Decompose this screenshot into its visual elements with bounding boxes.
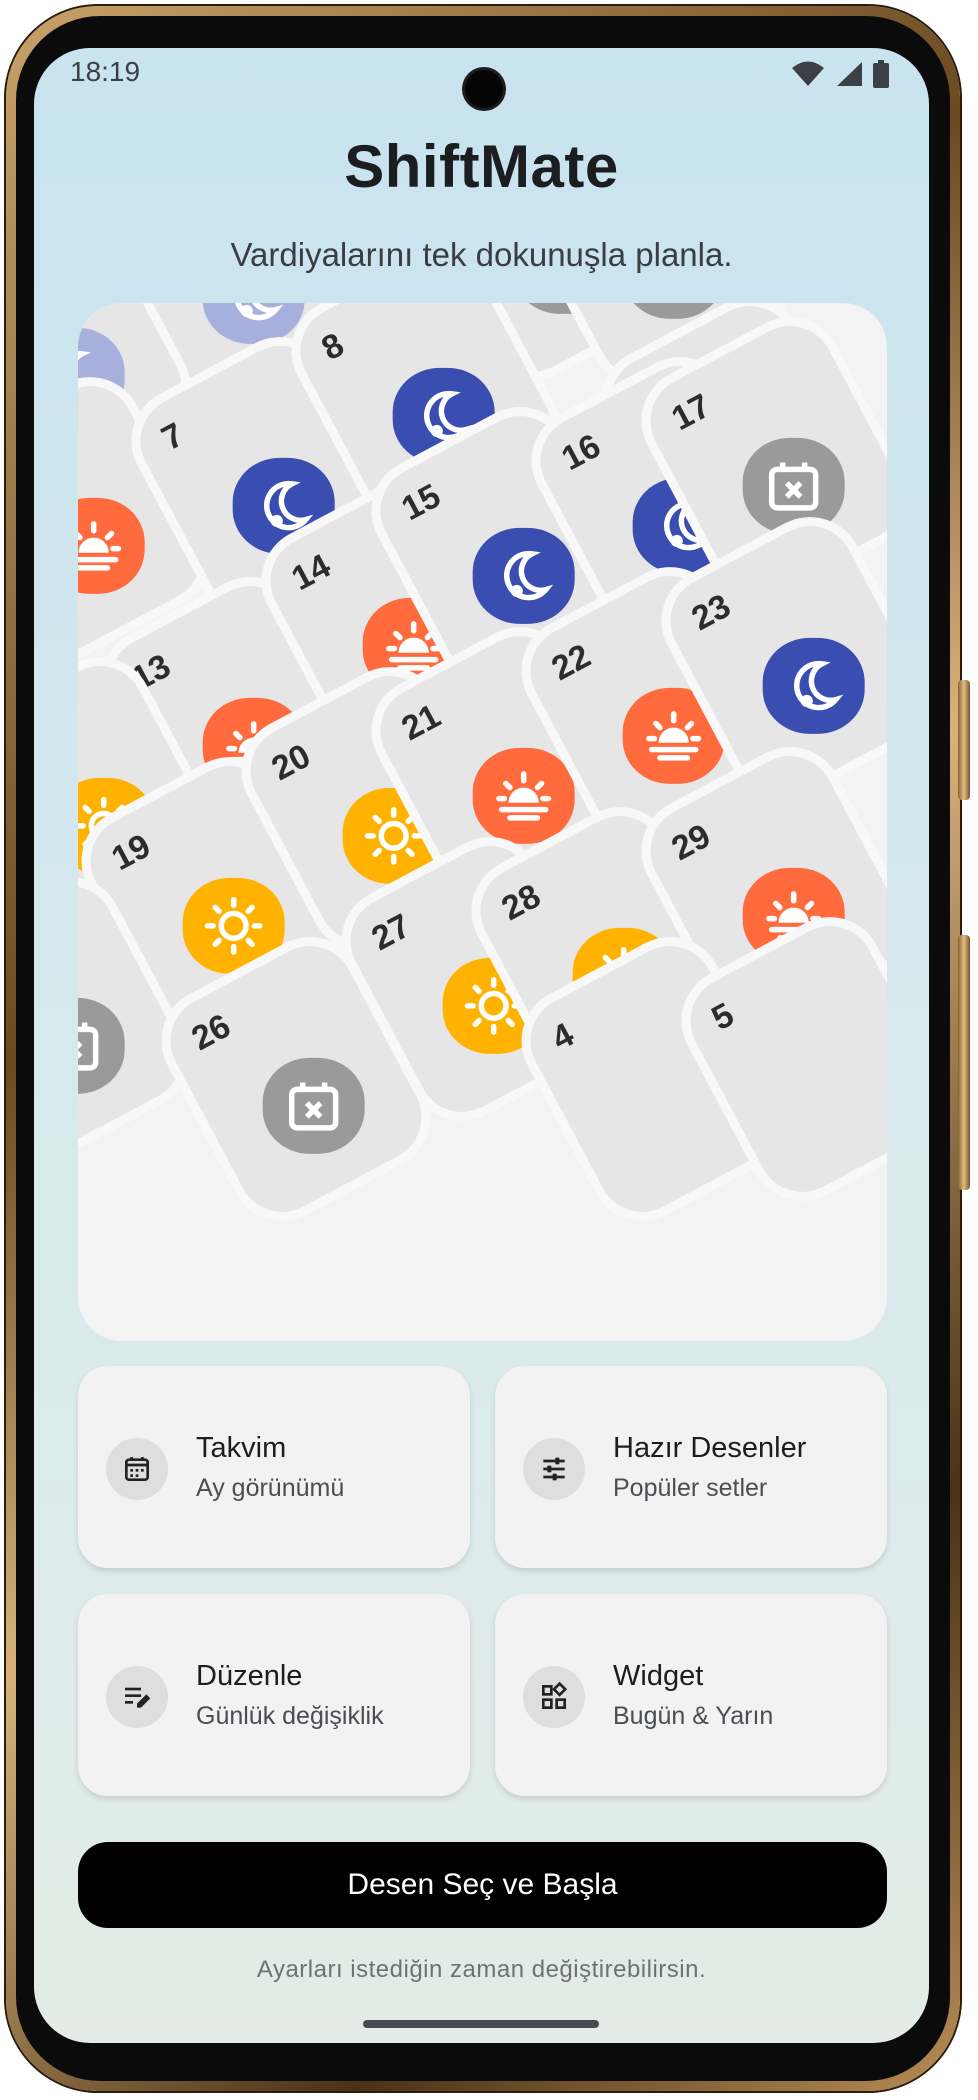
calendar-day-number: 15 bbox=[395, 476, 447, 529]
feature-card-calendar[interactable]: Takvim Ay görünümü bbox=[78, 1366, 470, 1568]
feature-card-edit[interactable]: Düzenle Günlük değişiklik bbox=[78, 1594, 470, 1796]
calendar-day-number: 4 bbox=[545, 1015, 581, 1059]
home-indicator[interactable] bbox=[363, 2020, 599, 2028]
app-title: ShiftMate bbox=[344, 133, 619, 200]
feature-title: Hazır Desenler bbox=[613, 1432, 807, 1464]
feature-card-presets[interactable]: Hazır Desenler Popüler setler bbox=[495, 1366, 887, 1568]
start-button[interactable]: Desen Seç ve Başla bbox=[78, 1842, 887, 1928]
battery-icon bbox=[873, 60, 889, 88]
calendar-day-number: 26 bbox=[185, 1006, 237, 1059]
wifi-icon bbox=[792, 61, 824, 86]
feature-subtitle: Popüler setler bbox=[613, 1474, 768, 1502]
calendar-day-number: 16 bbox=[555, 426, 607, 479]
calendar-day-number: 17 bbox=[665, 386, 717, 439]
signal-icon bbox=[837, 62, 862, 86]
sunset-shift-icon bbox=[78, 497, 145, 594]
status-icons bbox=[791, 60, 889, 88]
day-off-shift-icon bbox=[742, 437, 845, 534]
sun-shift-icon bbox=[182, 877, 285, 974]
calendar-preview: 678131415161719202122232627282945 bbox=[78, 303, 887, 1341]
power-button bbox=[958, 935, 970, 1190]
sunset-shift-icon bbox=[472, 747, 575, 844]
calendar-day-number: 23 bbox=[685, 586, 737, 639]
calendar-icon bbox=[106, 1438, 168, 1500]
calendar-day-number: 5 bbox=[705, 995, 741, 1039]
calendar-day-number: 28 bbox=[495, 876, 547, 929]
day-off-shift-icon bbox=[78, 997, 125, 1094]
feature-title: Düzenle bbox=[196, 1660, 303, 1692]
night-shift-icon bbox=[472, 527, 575, 624]
tune-icon bbox=[523, 1438, 585, 1500]
volume-button bbox=[958, 680, 970, 800]
feature-subtitle: Ay görünümü bbox=[196, 1474, 345, 1502]
day-off-shift-icon bbox=[622, 303, 725, 319]
calendar-day-number: 21 bbox=[395, 696, 447, 749]
feature-title: Takvim bbox=[196, 1432, 287, 1464]
calendar-day-number: 29 bbox=[665, 816, 717, 869]
day-off-shift-icon bbox=[262, 1057, 365, 1154]
edit-note-icon bbox=[106, 1666, 168, 1728]
feature-title: Widget bbox=[613, 1660, 704, 1692]
night-shift-icon bbox=[762, 637, 865, 734]
calendar-day-number: 27 bbox=[365, 906, 417, 959]
front-camera bbox=[465, 70, 503, 108]
feature-subtitle: Günlük değişiklik bbox=[196, 1702, 384, 1730]
app-screen: 18:19 ShiftMate Vardiyalarını tek dokunu… bbox=[34, 48, 929, 2043]
feature-card-widget[interactable]: Widget Bugün & Yarın bbox=[495, 1594, 887, 1796]
calendar-day-number: 14 bbox=[285, 546, 337, 599]
calendar-day-number: 20 bbox=[265, 736, 317, 789]
settings-hint: Ayarları istediğin zaman değiştirebilirs… bbox=[256, 1956, 707, 1983]
app-subtitle: Vardiyalarını tek dokunuşla planla. bbox=[230, 236, 733, 273]
calendar-day-number: 19 bbox=[105, 826, 157, 879]
feature-subtitle: Bugün & Yarın bbox=[613, 1702, 774, 1730]
night-shift-icon bbox=[202, 303, 305, 344]
calendar-day-number: 8 bbox=[315, 325, 351, 369]
status-time: 18:19 bbox=[70, 56, 141, 87]
widgets-icon bbox=[523, 1666, 585, 1728]
calendar-day-number: 22 bbox=[545, 636, 597, 689]
calendar-day-number: 7 bbox=[155, 415, 191, 459]
